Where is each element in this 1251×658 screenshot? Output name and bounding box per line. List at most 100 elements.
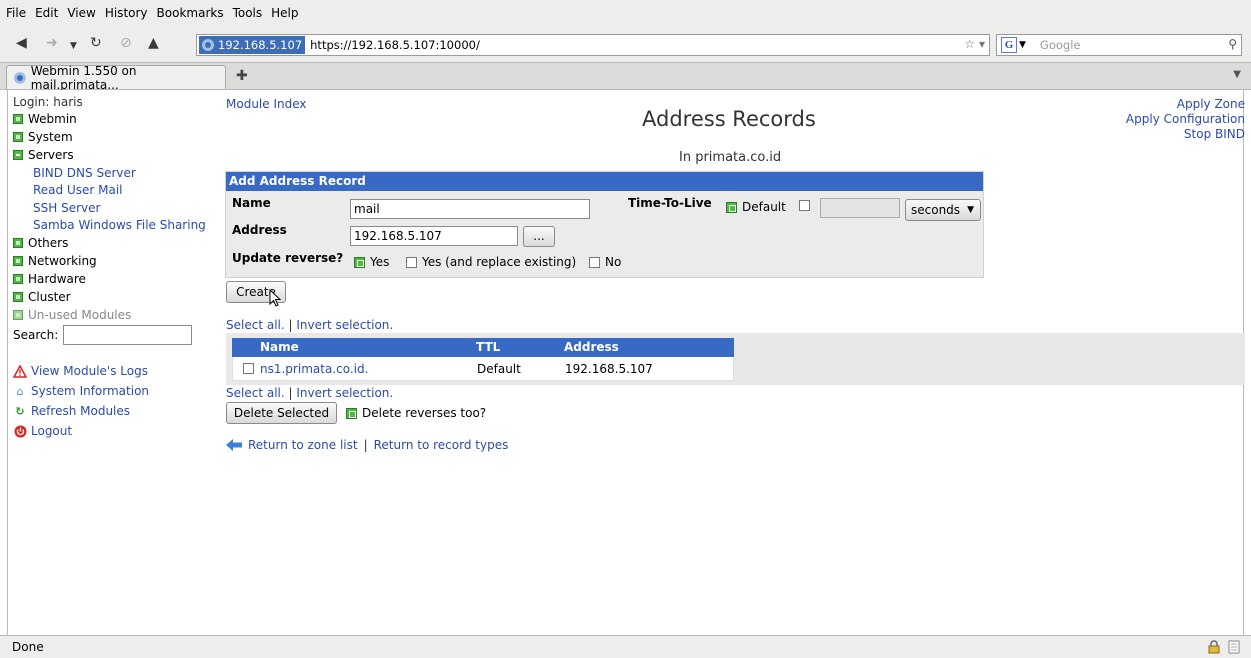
invert-selection-link[interactable]: Invert selection. (296, 386, 393, 400)
apply-zone-link[interactable]: Apply Zone (1126, 97, 1245, 112)
column-name: Name (260, 340, 299, 354)
view-module-logs-link[interactable]: View Module's Logs (13, 364, 148, 378)
refresh-modules-link[interactable]: ↻ Refresh Modules (13, 404, 130, 418)
expand-icon (13, 132, 23, 142)
page-subtitle: In primata.co.id (679, 150, 782, 165)
reverse-yes-label: Yes (370, 255, 390, 269)
address-input[interactable]: 192.168.5.107 (350, 226, 518, 246)
menu-file[interactable]: File (6, 6, 26, 20)
record-name-link[interactable]: ns1.primata.co.id. (260, 362, 368, 376)
link-label: System Information (31, 384, 150, 398)
address-label: Address (232, 223, 287, 237)
bookmark-star-icon[interactable]: ☆ ▾ (964, 37, 985, 51)
url-bar[interactable]: 192.168.5.107 https://192.168.5.107:1000… (196, 34, 990, 56)
selection-links-top: Select all. | Invert selection. (226, 318, 393, 332)
module-ssh-server[interactable]: SSH Server (33, 201, 100, 215)
ttl-unit-select[interactable]: seconds ▼ (905, 199, 981, 221)
page-icon[interactable] (1227, 640, 1241, 654)
search-engine-placeholder: Google (1039, 38, 1081, 52)
house-icon: ⌂ (16, 384, 24, 398)
reverse-replace-radio[interactable]: Yes (and replace existing) (406, 255, 576, 269)
expand-icon (13, 114, 23, 124)
category-system[interactable]: System (13, 130, 73, 144)
engine-dropdown-icon[interactable]: ▼ (1019, 40, 1026, 50)
warning-icon (13, 364, 27, 378)
category-others[interactable]: Others (13, 236, 68, 250)
invert-selection-link[interactable]: Invert selection. (296, 318, 393, 332)
search-icon[interactable]: ⚲ (1228, 37, 1237, 51)
browse-button[interactable]: ... (523, 226, 555, 247)
apply-configuration-link[interactable]: Apply Configuration (1126, 112, 1245, 127)
reverse-yes-radio[interactable]: Yes (354, 255, 389, 269)
logout-link[interactable]: Logout (13, 424, 72, 438)
category-networking[interactable]: Networking (13, 254, 97, 268)
delete-selected-button[interactable]: Delete Selected (226, 402, 337, 424)
delete-reverses-checkbox[interactable]: Delete reverses too? (346, 406, 486, 420)
radio-selected-icon (726, 201, 737, 213)
system-information-link[interactable]: ⌂ System Information (13, 384, 150, 398)
tab-bar: Webmin 1.550 on mail.primata... ✚ ▼ (0, 62, 1251, 92)
back-icon[interactable]: ◀ (16, 36, 27, 50)
module-bind-dns[interactable]: BIND DNS Server (33, 166, 136, 180)
return-links: Return to zone list | Return to record t… (226, 438, 508, 452)
reverse-no-label: No (605, 255, 622, 269)
status-text: Done (12, 640, 44, 654)
search-engine-box[interactable]: G ▼ Google ⚲ (996, 34, 1242, 56)
url-text: https://192.168.5.107:10000/ (310, 38, 480, 52)
module-samba[interactable]: Samba Windows File Sharing (33, 218, 206, 232)
separator: | (288, 318, 293, 332)
menu-help[interactable]: Help (271, 6, 298, 20)
category-servers[interactable]: Servers (13, 148, 74, 162)
tab-list-icon[interactable]: ▼ (1233, 69, 1241, 80)
category-unused-modules[interactable]: Un-used Modules (13, 308, 131, 322)
checkbox-checked-icon (346, 407, 357, 419)
category-label: Servers (28, 148, 74, 162)
link-label: Refresh Modules (31, 404, 131, 418)
records-table: Name TTL Address ns1.primata.co.id. Defa… (232, 338, 734, 381)
radio-unselected-icon (589, 256, 600, 268)
ttl-value-input[interactable] (820, 198, 900, 218)
site-identity[interactable]: 192.168.5.107 (199, 36, 306, 54)
menu-edit[interactable]: Edit (35, 6, 58, 20)
module-index-link[interactable]: Module Index (226, 97, 306, 111)
menu-bookmarks[interactable]: Bookmarks (157, 6, 224, 20)
record-ttl: Default (477, 362, 521, 376)
update-reverse-label: Update reverse? (232, 251, 344, 265)
name-input[interactable]: mail (350, 199, 590, 219)
ttl-default-radio[interactable]: Default (726, 200, 786, 214)
forward-icon[interactable]: ➜ (46, 36, 58, 50)
tab-webmin[interactable]: Webmin 1.550 on mail.primata... (6, 64, 226, 92)
category-label: Networking (28, 254, 97, 268)
select-all-link[interactable]: Select all. (226, 318, 285, 332)
menu-history[interactable]: History (105, 6, 148, 20)
category-label: Webmin (28, 112, 77, 126)
new-tab-icon[interactable]: ✚ (236, 68, 248, 84)
expand-icon (13, 256, 23, 266)
reverse-no-radio[interactable]: No (589, 255, 621, 269)
select-all-link[interactable]: Select all. (226, 386, 285, 400)
google-icon[interactable]: G (1001, 37, 1017, 53)
module-read-user-mail[interactable]: Read User Mail (33, 183, 123, 197)
row-checkbox[interactable] (243, 363, 254, 374)
lock-icon[interactable] (1207, 640, 1221, 654)
history-dropdown-icon[interactable]: ▼ (70, 39, 77, 53)
category-webmin[interactable]: Webmin (13, 112, 77, 126)
category-label: Hardware (28, 272, 86, 286)
category-hardware[interactable]: Hardware (13, 272, 86, 286)
expand-icon (13, 238, 23, 248)
ttl-label: Time-To-Live (628, 196, 712, 210)
mouse-cursor-icon (269, 289, 281, 307)
left-frame: Login: haris Webmin System Servers BIND … (8, 90, 218, 635)
ttl-custom-radio[interactable] (799, 200, 810, 211)
home-icon[interactable]: ▲ (148, 36, 159, 50)
menu-view[interactable]: View (67, 6, 95, 20)
stop-icon[interactable]: ⊘ (120, 36, 132, 50)
stop-bind-link[interactable]: Stop BIND (1126, 127, 1245, 142)
return-record-types-link[interactable]: Return to record types (374, 438, 509, 452)
sidebar-search-input[interactable] (63, 325, 192, 345)
return-zone-list-link[interactable]: Return to zone list (248, 438, 358, 452)
reload-icon[interactable]: ↻ (90, 36, 102, 50)
menu-tools[interactable]: Tools (233, 6, 263, 20)
category-cluster[interactable]: Cluster (13, 290, 71, 304)
category-label: Cluster (28, 290, 71, 304)
